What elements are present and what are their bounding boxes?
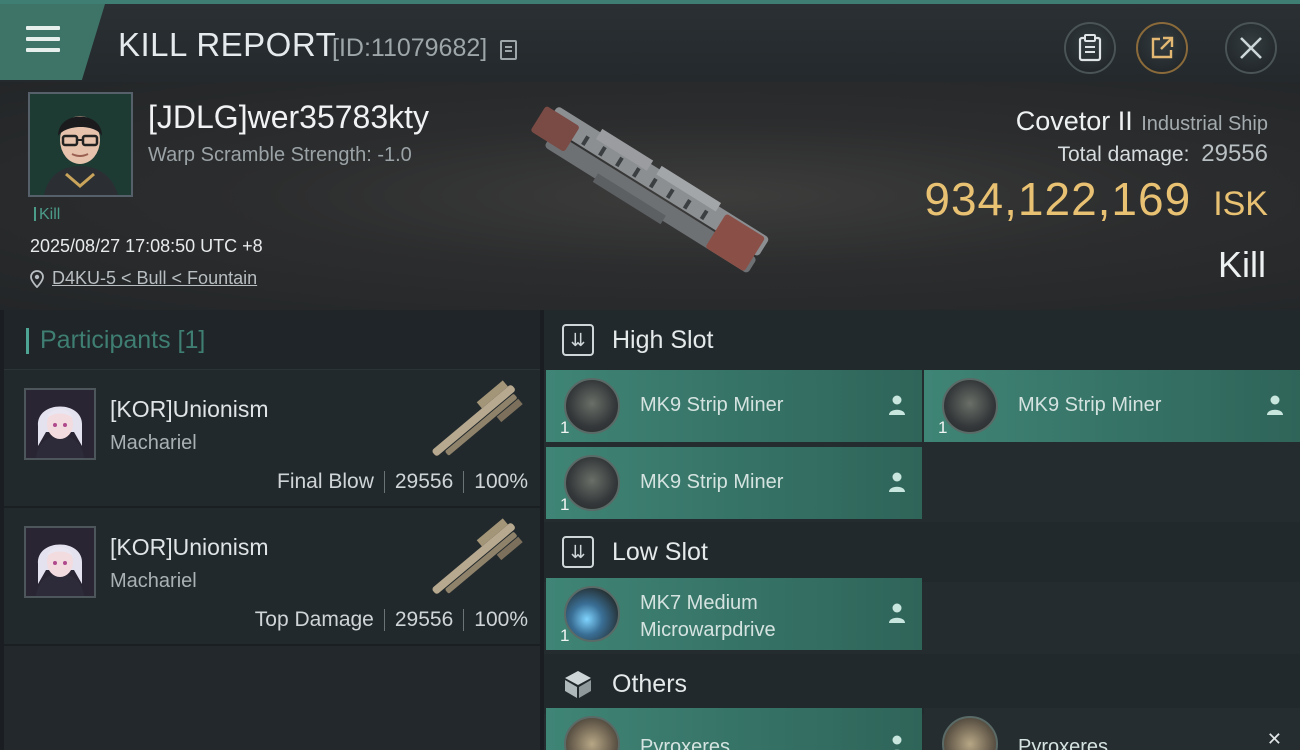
isk-unit: ISK bbox=[1213, 185, 1268, 223]
kill-location[interactable]: D4KU-5 < Bull < Fountain bbox=[30, 268, 257, 289]
ship-type-line: Covetor II Industrial Ship bbox=[1016, 106, 1268, 137]
corner-close-icon[interactable]: ✕ bbox=[1267, 729, 1282, 750]
victim-portrait[interactable] bbox=[28, 92, 133, 197]
participant-name[interactable]: [KOR]Unionism bbox=[110, 396, 268, 423]
pilot-icon bbox=[889, 472, 905, 492]
isk-value-line: 934,122,169 ISK bbox=[924, 172, 1268, 226]
character-portrait-icon bbox=[26, 390, 94, 458]
total-damage: Total damage: 29556 bbox=[1057, 140, 1268, 168]
ore-icon bbox=[564, 716, 620, 750]
pilot-icon bbox=[1267, 395, 1283, 415]
participant-avatar[interactable] bbox=[24, 526, 96, 598]
isk-value: 934,122,169 bbox=[924, 173, 1192, 225]
participants-header: Participants [1] bbox=[4, 310, 540, 370]
module-qty: 1 bbox=[560, 495, 570, 514]
participants-title: Participants [1] bbox=[40, 326, 206, 354]
report-id: [ID:11079682] bbox=[332, 34, 488, 62]
participant-name[interactable]: [KOR]Unionism bbox=[110, 534, 268, 561]
participant-percent: 100% bbox=[474, 470, 528, 493]
participant-row[interactable]: [KOR]Unionism Machariel Top Damage 29556… bbox=[4, 508, 540, 646]
participant-ship: Machariel bbox=[110, 432, 197, 454]
microwarpdrive-icon bbox=[564, 586, 620, 642]
menu-button[interactable] bbox=[0, 4, 105, 80]
module-qty: 1 bbox=[560, 626, 570, 645]
kill-result: Kill bbox=[1217, 244, 1266, 285]
participant-ship-image[interactable] bbox=[419, 376, 531, 468]
victim-ship-image[interactable] bbox=[505, 94, 795, 294]
participant-damage: 29556 bbox=[394, 470, 454, 493]
low-slot-label: Low Slot bbox=[612, 537, 708, 566]
ship-name[interactable]: Covetor II bbox=[1016, 106, 1133, 136]
module-qty: 1 bbox=[938, 418, 948, 437]
location-pin-icon bbox=[30, 269, 44, 288]
high-slot-header: ⇊ High Slot bbox=[544, 310, 1300, 370]
module-qty: 1 bbox=[560, 418, 570, 437]
ship-class: Industrial Ship bbox=[1141, 113, 1268, 135]
low-slot-header: ⇊ Low Slot bbox=[544, 522, 1300, 582]
participant-role: Top Damage bbox=[254, 608, 374, 631]
high-slot-label: High Slot bbox=[612, 325, 714, 354]
others-header: Others bbox=[544, 654, 1300, 714]
kill-tag: Kill bbox=[34, 206, 60, 224]
module-item[interactable]: 1 MK9 Strip Miner bbox=[546, 447, 922, 519]
low-slot-icon: ⇊ bbox=[562, 536, 594, 568]
character-portrait-icon bbox=[30, 94, 131, 195]
participant-stats: Final Blow 29556 100% bbox=[277, 470, 528, 494]
close-button[interactable] bbox=[1225, 22, 1277, 74]
share-icon bbox=[1151, 36, 1174, 59]
participant-ship: Machariel bbox=[110, 570, 197, 592]
high-slot-icon: ⇊ bbox=[562, 324, 594, 356]
strip-miner-icon bbox=[564, 378, 620, 434]
module-item[interactable]: 1 MK9 Strip Miner bbox=[546, 370, 922, 442]
clipboard-icon bbox=[1078, 34, 1102, 62]
participants-panel: Participants [1] [KOR]Unionism Machariel bbox=[4, 310, 540, 750]
share-button[interactable] bbox=[1136, 22, 1188, 74]
others-label: Others bbox=[612, 669, 688, 698]
module-name: MK7 Medium Microwarpdrive bbox=[640, 592, 776, 641]
victim-name[interactable]: [JDLG]wer35783kty bbox=[148, 99, 429, 136]
module-item[interactable]: 1 MK7 Medium Microwarpdrive bbox=[546, 578, 922, 650]
module-name: MK9 Strip Miner bbox=[640, 394, 784, 416]
participant-stats: Top Damage 29556 100% bbox=[255, 608, 528, 632]
character-portrait-icon bbox=[26, 528, 94, 596]
ore-icon bbox=[942, 716, 998, 750]
pilot-icon bbox=[892, 735, 902, 750]
participant-ship-image[interactable] bbox=[419, 514, 531, 606]
pilot-icon bbox=[889, 395, 905, 415]
participant-damage: 29556 bbox=[394, 608, 454, 631]
module-item[interactable]: Pyroxeres bbox=[924, 708, 1300, 750]
pilot-icon bbox=[889, 603, 905, 623]
total-damage-value: 29556 bbox=[1201, 140, 1268, 167]
module-name: MK9 Strip Miner bbox=[640, 471, 784, 493]
cube-icon bbox=[562, 668, 594, 700]
participant-row[interactable]: [KOR]Unionism Machariel Final Blow 29556… bbox=[4, 370, 540, 508]
participant-avatar[interactable] bbox=[24, 388, 96, 460]
top-bar: KILL REPORT [ID:11079682] bbox=[0, 0, 1300, 82]
copy-id-icon[interactable] bbox=[500, 40, 517, 60]
victim-header: [JDLG]wer35783kty Warp Scramble Strength… bbox=[0, 82, 1300, 310]
strip-miner-icon bbox=[942, 378, 998, 434]
module-name: Pyroxeres bbox=[1018, 736, 1109, 750]
module-name: Pyroxeres bbox=[640, 736, 731, 750]
strip-miner-icon bbox=[564, 455, 620, 511]
module-item[interactable]: Pyroxeres bbox=[546, 708, 922, 750]
total-damage-label: Total damage: bbox=[1057, 143, 1190, 166]
warp-scramble-strength: Warp Scramble Strength: -1.0 bbox=[148, 144, 412, 166]
module-name: MK9 Strip Miner bbox=[1018, 394, 1162, 416]
kill-datetime: 2025/08/27 17:08:50 UTC +8 bbox=[30, 236, 263, 256]
close-icon bbox=[1240, 37, 1262, 59]
module-item[interactable]: 1 MK9 Strip Miner bbox=[924, 370, 1300, 442]
participant-percent: 100% bbox=[474, 608, 528, 631]
location-link[interactable]: D4KU-5 < Bull < Fountain bbox=[52, 268, 257, 289]
participant-role: Final Blow bbox=[277, 470, 374, 493]
hamburger-menu-icon bbox=[26, 26, 60, 56]
page-title: KILL REPORT bbox=[118, 26, 337, 63]
fitting-panel: ⇊ High Slot 1 MK9 Strip Miner 1 MK9 Stri… bbox=[544, 310, 1300, 750]
clipboard-button[interactable] bbox=[1064, 22, 1116, 74]
